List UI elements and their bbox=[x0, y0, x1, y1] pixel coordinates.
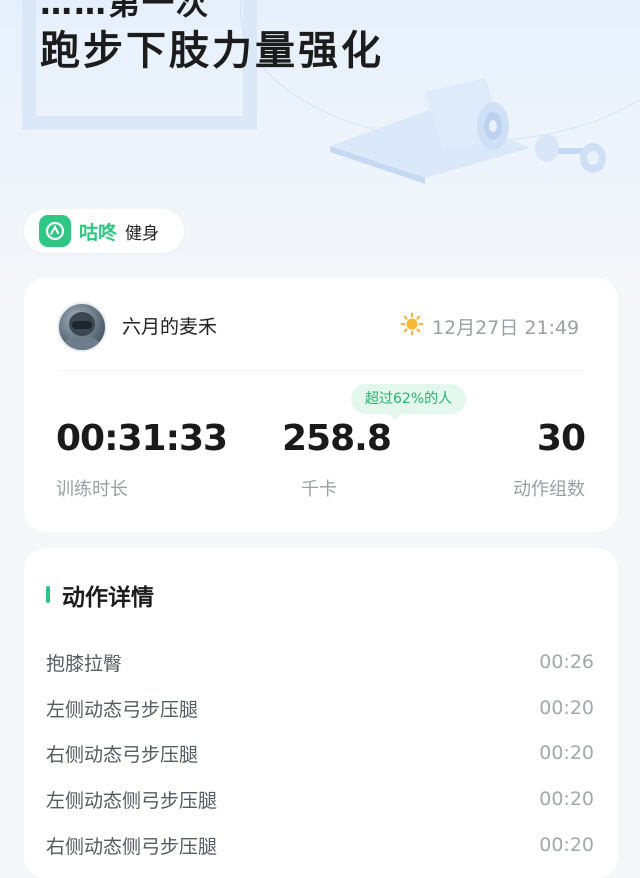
exercise-time: 00:20 bbox=[539, 742, 594, 764]
duration-value: 00:31:33 bbox=[56, 418, 228, 459]
exercise-time: 00:20 bbox=[539, 788, 594, 810]
list-item[interactable]: 左侧动态侧弓步压腿 00:20 bbox=[46, 784, 594, 814]
exercise-name: 左侧动态侧弓步压腿 bbox=[46, 789, 218, 812]
exercise-time: 00:20 bbox=[539, 834, 594, 856]
exercise-time: 00:20 bbox=[539, 697, 594, 719]
page-title: 跑步下肢力量强化 bbox=[40, 28, 384, 74]
exercise-details-card: 动作详情 抱膝拉臀 00:26 左侧动态弓步压腿 00:20 右侧动态弓步压腿 … bbox=[24, 548, 618, 878]
exercise-name: 右侧动态弓步压腿 bbox=[46, 743, 199, 766]
username: 六月的麦禾 bbox=[122, 316, 218, 338]
section-accent-bar bbox=[46, 586, 50, 603]
list-item[interactable]: 右侧动态弓步压腿 00:20 bbox=[46, 738, 594, 768]
brand-name: 咕咚 bbox=[79, 221, 118, 244]
sets-label: 动作组数 bbox=[513, 479, 585, 500]
section-title: 动作详情 bbox=[62, 585, 154, 611]
workout-summary-card: 六月的麦禾 12月27日 21:49 超过62%的人 00:31:33 训练时长… bbox=[24, 278, 618, 532]
duration-label: 训练时长 bbox=[56, 479, 128, 500]
exercise-name: 左侧动态弓步压腿 bbox=[46, 698, 199, 721]
brand-subtitle: 健身 bbox=[125, 223, 160, 244]
exercise-time: 00:26 bbox=[539, 651, 594, 673]
hero-banner: ……第一次 跑步下肢力量强化 bbox=[0, 0, 640, 300]
list-item[interactable]: 抱膝拉臀 00:26 bbox=[46, 647, 594, 677]
calories-label: 千卡 bbox=[301, 479, 337, 500]
exercise-name: 抱膝拉臀 bbox=[46, 652, 123, 675]
avatar[interactable] bbox=[57, 302, 107, 352]
gudong-logo-icon bbox=[39, 215, 71, 247]
workout-datetime: 12月27日 21:49 bbox=[432, 317, 580, 339]
calories-value: 258.8 bbox=[282, 418, 392, 459]
divider bbox=[57, 370, 585, 371]
brand-pill[interactable]: 咕咚 健身 bbox=[24, 209, 184, 253]
sets-value: 30 bbox=[536, 418, 586, 459]
list-item[interactable]: 右侧动态侧弓步压腿 00:20 bbox=[46, 830, 594, 860]
ranking-badge: 超过62%的人 bbox=[351, 384, 467, 420]
list-item[interactable]: 左侧动态弓步压腿 00:20 bbox=[46, 693, 594, 723]
exercise-name: 右侧动态侧弓步压腿 bbox=[46, 835, 218, 858]
sun-icon bbox=[400, 312, 424, 336]
yoga-mat-dumbbell-illustration bbox=[330, 78, 606, 184]
